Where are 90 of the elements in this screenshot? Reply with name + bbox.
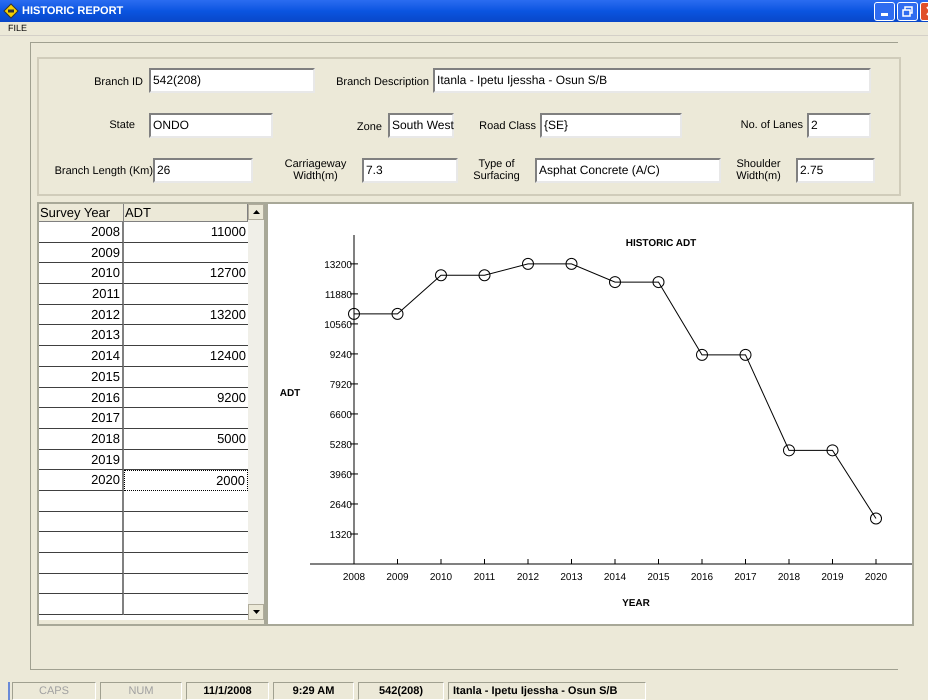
text-field[interactable]: 542(208) xyxy=(149,68,315,92)
tick-label: 3960 xyxy=(330,470,352,481)
status-panel: 11/1/2008 xyxy=(186,682,269,700)
table-cell: 2019 xyxy=(39,450,124,470)
data-point xyxy=(348,308,360,320)
tick-label: 13200 xyxy=(324,260,352,271)
field-label: Branch Length (Km) xyxy=(54,164,153,179)
tick-label: 7920 xyxy=(330,380,352,391)
field-label: Branch ID xyxy=(94,75,143,90)
column-header[interactable]: ADT xyxy=(124,204,248,222)
status-panel: NUM xyxy=(100,682,182,700)
text-field[interactable]: 7.3 xyxy=(362,158,458,182)
field-label: Branch Description xyxy=(336,75,429,90)
restore-icon xyxy=(902,6,913,16)
table-cell: 2018 xyxy=(39,428,124,450)
table-cell: 2012 xyxy=(39,304,124,326)
status-panel: CAPS xyxy=(12,682,96,700)
tick-label: 2011 xyxy=(474,572,496,583)
data-point xyxy=(783,444,795,456)
field-label: State xyxy=(109,118,135,133)
data-point xyxy=(696,348,708,361)
table-cell: 2015 xyxy=(39,366,124,388)
table-cell: 2017 xyxy=(39,408,124,429)
axis-title: YEAR xyxy=(622,598,650,609)
data-point xyxy=(435,269,447,282)
field-label: No. of Lanes xyxy=(740,118,803,133)
field-label: Zone xyxy=(356,120,382,135)
tick-label: 11880 xyxy=(324,290,352,301)
tick-label: 2018 xyxy=(778,572,800,583)
text-field[interactable]: ONDO xyxy=(149,112,273,138)
tick-label: 9240 xyxy=(330,350,352,361)
scrollbar[interactable] xyxy=(248,204,264,620)
status-panel: 542(208) xyxy=(358,682,444,700)
field-label: Shoulder Width(m) xyxy=(735,158,782,182)
tick-label: 2016 xyxy=(690,572,714,583)
data-point xyxy=(478,269,490,282)
tick-label: 5280 xyxy=(330,440,352,451)
text-field[interactable]: {SE} xyxy=(540,112,682,138)
scroll-down-icon xyxy=(252,610,260,614)
field-label: Road Class xyxy=(479,119,536,134)
text-field[interactable]: 2 xyxy=(807,112,871,138)
tick-label: 2640 xyxy=(330,500,352,511)
tick-label: 2013 xyxy=(560,572,583,583)
tick-label: 1320 xyxy=(330,530,352,541)
table-cell: 2016 xyxy=(39,388,124,408)
app-icon xyxy=(3,3,19,19)
table-cell: 2009 xyxy=(39,242,124,264)
data-point xyxy=(870,512,882,525)
tick-label: 6600 xyxy=(330,410,352,421)
data-point xyxy=(392,308,404,320)
text-field[interactable]: Itanla - Ipetu Ijessha - Osun S/B xyxy=(433,68,871,92)
data-point xyxy=(740,348,752,361)
minimize-icon xyxy=(881,12,888,16)
table-cell: 2010 xyxy=(39,263,124,284)
scroll-up-icon xyxy=(252,210,260,214)
data-point xyxy=(522,258,534,270)
menu-item[interactable]: FILE xyxy=(8,22,28,36)
text-field[interactable]: 2.75 xyxy=(796,158,875,182)
tick-label: 2020 xyxy=(864,572,888,583)
tick-label: 10560 xyxy=(324,320,352,331)
axis-title: ADT xyxy=(280,388,300,399)
data-point xyxy=(652,276,664,288)
tick-label: 2010 xyxy=(430,572,452,583)
table-cell: 2013 xyxy=(39,325,124,346)
tick-label: 2012 xyxy=(516,572,540,583)
table-cell: 2008 xyxy=(39,222,124,243)
field-label: Carriageway Width(m) xyxy=(284,158,348,182)
tick-label: 2015 xyxy=(647,572,670,583)
table-cell: 2011 xyxy=(39,284,124,305)
window-title: HISTORIC REPORT xyxy=(22,4,124,19)
restore-button[interactable] xyxy=(897,2,918,20)
tick-label: 2008 xyxy=(342,572,366,583)
tick-label: 2009 xyxy=(386,572,409,583)
tick-label: 2014 xyxy=(604,572,626,583)
data-point xyxy=(609,276,621,288)
tick-label: 2017 xyxy=(734,572,757,583)
chart-title: HISTORIC ADT xyxy=(626,238,696,249)
table-cell: 2014 xyxy=(39,346,124,367)
text-field[interactable]: South West xyxy=(388,112,454,138)
field-label: Type of Surfacing xyxy=(472,158,521,182)
data-point xyxy=(826,444,838,456)
table-cell: 2020 xyxy=(39,470,124,491)
minimize-button[interactable] xyxy=(874,2,895,20)
status-panel: Itanla - Ipetu Ijessha - Osun S/B xyxy=(448,682,646,700)
status-panel: 9:29 AM xyxy=(273,682,354,700)
text-field[interactable]: 26 xyxy=(153,158,253,182)
tick-label: 2019 xyxy=(821,572,844,583)
data-point xyxy=(566,258,578,270)
text-field[interactable]: Asphat Concrete (A/C) xyxy=(535,158,721,182)
column-header[interactable]: Survey Year xyxy=(39,204,124,222)
